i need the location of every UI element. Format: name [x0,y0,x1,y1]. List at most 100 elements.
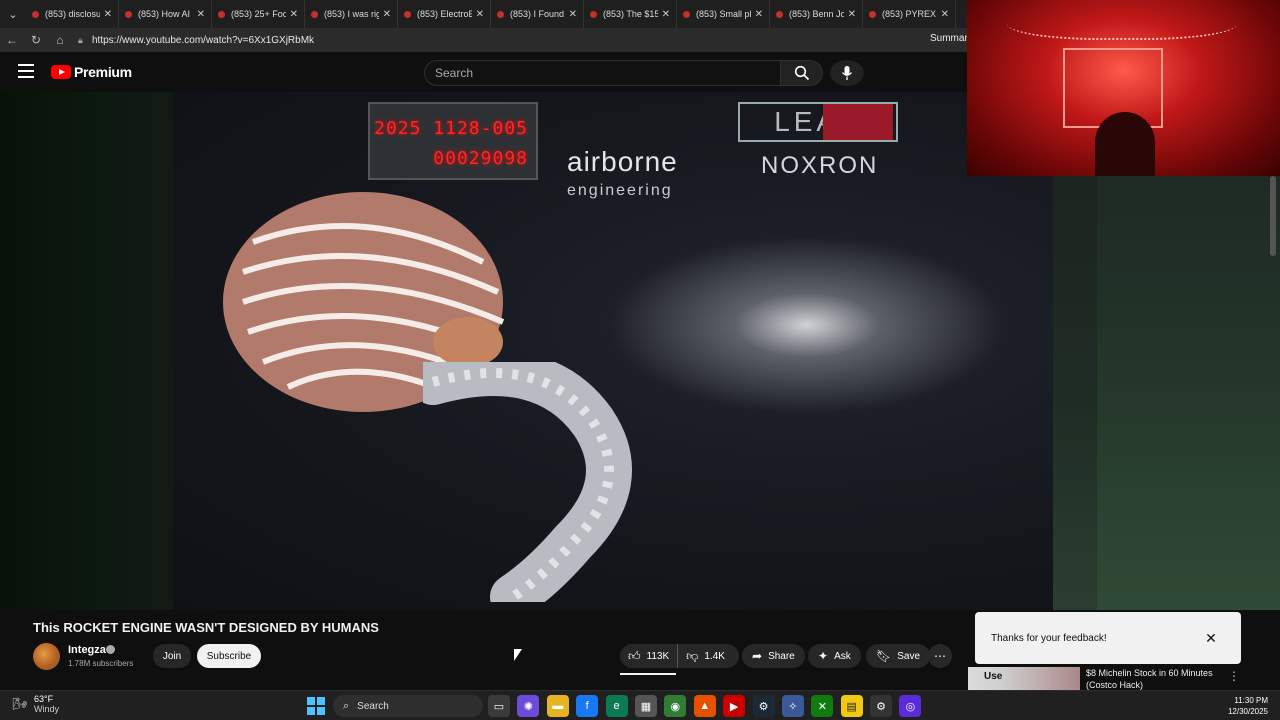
taskbar-search-label: Search [357,700,389,712]
tab-close-icon[interactable]: ✕ [941,9,949,20]
tab-title: (853) I was right [324,9,379,19]
xbox-icon[interactable]: ✕ [811,695,834,717]
more-actions-icon[interactable]: ⋯ [928,644,952,668]
foil-duct-image [423,362,632,602]
toast-message: Thanks for your feedback! [991,633,1107,644]
taskbar-apps: ▭ ✺ ▬ f e ▦ ◉ ▲ ▶ ⚙ ✧ ✕ ▤ ⚙ ◎ [488,695,929,717]
browser-tab[interactable]: (853) 25+ Food ✕ [212,0,305,28]
copilot-icon[interactable]: ✺ [517,695,540,717]
like-count: 113K [646,650,670,662]
ask-button[interactable]: ✦ Ask [808,644,861,668]
save-button[interactable]: 🔖︎ Save [866,644,931,668]
tab-close-icon[interactable]: ✕ [476,9,484,20]
weather-temperature: 63°F [34,694,54,704]
chrome-icon[interactable]: ◉ [664,695,687,717]
back-arrow-icon[interactable]: ← [0,28,24,52]
sticky-notes-icon[interactable]: ▤ [840,695,863,717]
airborne-sign: airborne [567,146,678,177]
video-left-backdrop [0,92,173,610]
tab-title: (853) I Found O [510,9,565,19]
close-icon[interactable]: ✕ [1203,630,1219,646]
windows-taskbar: 🌬︎ 63°F Windy ⌕ Search ▭ ✺ ▬ f e ▦ ◉ ▲ ▶… [0,690,1280,720]
microphone-icon [841,66,853,80]
youtube-icon[interactable]: ▶ [723,695,746,717]
counter-line-2: 00029098 [433,148,528,169]
settings-icon[interactable]: ⚙ [870,695,893,717]
edge-icon[interactable]: e [605,695,628,717]
youtube-favicon-icon [218,10,225,18]
search-input[interactable]: Search [424,60,781,86]
share-button[interactable]: ➦ Share [742,644,805,668]
search-button[interactable] [781,60,823,86]
like-active-indicator [620,673,676,675]
hamburger-menu-icon[interactable] [18,64,34,78]
counter-line-1: 2025 1128-005 [374,118,528,139]
browser-tab[interactable]: (853) I was right ✕ [305,0,398,28]
browser-tab[interactable]: (853) Small plu ✕ [677,0,770,28]
youtube-premium-logo[interactable]: Premium [51,64,132,80]
vlc-icon[interactable]: ▲ [693,695,716,717]
browser-tab[interactable]: (853) disclosure ✕ [26,0,119,28]
mouse-cursor-icon [514,649,522,661]
browser-tab[interactable]: (853) ElectroBOOM ✕ [398,0,491,28]
sparkle-icon: ✦ [818,649,829,663]
join-button[interactable]: Join [153,644,191,668]
engineering-sign: engineering [567,182,673,199]
dislike-button[interactable]: 👎︎ 1.4K [678,644,733,668]
string-lights-image [1007,0,1237,40]
channel-name[interactable]: Integza [68,644,106,656]
steam-icon[interactable]: ⚙ [752,695,775,717]
browser-tab[interactable]: (853) Benn Jord ✕ [770,0,863,28]
browser-tab[interactable]: (853) How AI is ✕ [119,0,212,28]
tab-close-icon[interactable]: ✕ [290,9,298,20]
tab-title: (853) 25+ Food [231,9,286,19]
tab-close-icon[interactable]: ✕ [104,9,112,20]
calculator-icon[interactable]: ▦ [634,695,657,717]
url-text: https://www.youtube.com/watch?v=6Xx1GXjR… [92,34,315,46]
subscribe-button[interactable]: Subscribe [197,644,261,668]
weather-widget[interactable]: 🌬︎ 63°F Windy [12,694,59,714]
thumbs-up-icon: 👍︎ [628,648,641,663]
youtube-favicon-icon [497,10,504,18]
recommended-title[interactable]: $8 Michelin Stock in 60 Minutes (Costco … [1086,667,1236,690]
app-icon[interactable]: ✧ [781,695,804,717]
channel-avatar[interactable] [33,643,60,670]
kebab-menu-icon[interactable]: ⋮ [1228,669,1240,683]
file-explorer-icon[interactable]: ▬ [546,695,569,717]
reload-icon[interactable]: ↻ [24,28,48,52]
tab-close-icon[interactable]: ✕ [197,9,205,20]
tab-close-icon[interactable]: ✕ [755,9,763,20]
tab-close-icon[interactable]: ✕ [662,9,670,20]
recommended-thumbnail[interactable]: Use [968,667,1080,690]
tab-title: (853) How AI is [138,9,193,19]
page-scrollbar[interactable] [1270,176,1276,256]
site-info-icon[interactable]: 🔒︎ [78,35,92,46]
recommended-video-card[interactable]: Use $8 Michelin Stock in 60 Minutes (Cos… [968,667,1268,690]
system-clock[interactable]: 11:30 PM 12/30/2025 [1222,695,1268,717]
video-frame: 2025 1128-005 00029098 airborne engineer… [173,92,1053,610]
browser-tab[interactable]: (853) I Found O ✕ [491,0,584,28]
windows-start-icon[interactable] [307,697,325,715]
assistant-icon[interactable]: ◎ [899,695,922,717]
youtube-favicon-icon [683,10,690,18]
tab-close-icon[interactable]: ✕ [569,9,577,20]
tab-close-icon[interactable]: ✕ [383,9,391,20]
home-icon[interactable]: ⌂ [48,28,72,52]
task-view-icon[interactable]: ▭ [488,695,510,717]
tab-close-icon[interactable]: ✕ [848,9,856,20]
like-button[interactable]: 👍︎ 113K [620,644,679,668]
ask-label: Ask [834,650,851,662]
browser-tab[interactable]: (853) The $15 S ✕ [584,0,677,28]
url-field[interactable]: 🔒︎ https://www.youtube.com/watch?v=6Xx1G… [78,31,938,49]
voice-search-button[interactable] [830,60,864,86]
subscriber-count: 1.78M subscribers [68,659,134,668]
taskbar-search[interactable]: ⌕ Search [333,695,483,717]
summarize-button[interactable]: Summari [930,33,970,44]
video-title: This ROCKET ENGINE WASN'T DESIGNED BY HU… [33,620,379,635]
browser-tab[interactable]: (853) PYREX vs ✕ [863,0,956,28]
facebook-icon[interactable]: f [576,695,599,717]
tab-list-chevron-icon[interactable]: ⌄ [0,0,26,28]
like-dislike-group: 👍︎ 113K 👎︎ 1.4K [620,644,739,668]
youtube-play-icon [51,65,71,79]
bookmark-icon: 🔖︎ [876,649,892,663]
